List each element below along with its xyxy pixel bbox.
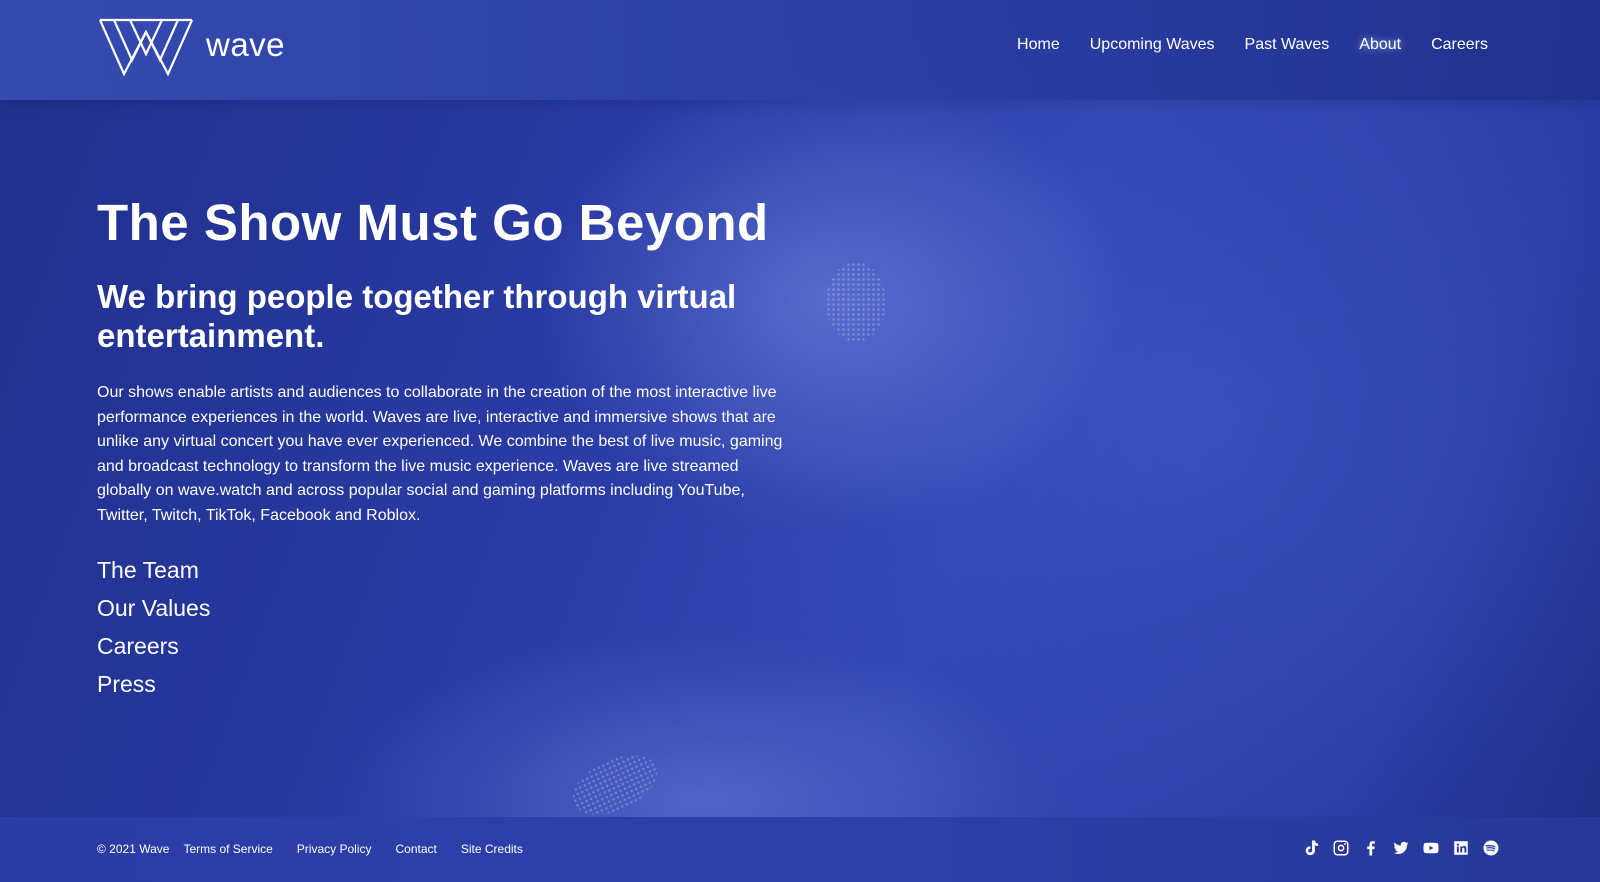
page-subtitle: We bring people together through virtual… (97, 278, 737, 355)
site-footer: © 2021 Wave Terms of Service Privacy Pol… (0, 817, 1600, 882)
footer-links: © 2021 Wave Terms of Service Privacy Pol… (97, 842, 523, 856)
link-press[interactable]: Press (97, 670, 156, 699)
footer-terms-link[interactable]: Terms of Service (183, 842, 272, 856)
spotify-icon[interactable] (1482, 839, 1500, 857)
link-the-team[interactable]: The Team (97, 556, 199, 585)
footer-privacy-link[interactable]: Privacy Policy (297, 842, 372, 856)
link-careers[interactable]: Careers (97, 632, 179, 661)
footer-site-credits-link[interactable]: Site Credits (461, 842, 523, 856)
linkedin-icon[interactable] (1452, 839, 1470, 857)
link-our-values[interactable]: Our Values (97, 594, 210, 623)
page-title: The Show Must Go Beyond (97, 194, 769, 251)
footer-contact-link[interactable]: Contact (395, 842, 436, 856)
twitter-icon[interactable] (1392, 839, 1410, 857)
wave-logo-icon (98, 18, 194, 76)
nav-careers[interactable]: Careers (1431, 36, 1488, 54)
nav-past-waves[interactable]: Past Waves (1245, 36, 1330, 54)
about-section: The Show Must Go Beyond We bring people … (97, 194, 817, 699)
copyright: © 2021 Wave (97, 842, 170, 856)
particle-cluster (826, 262, 886, 342)
logo[interactable]: wave (98, 18, 285, 76)
nav-home[interactable]: Home (1017, 36, 1060, 54)
site-header: wave Home Upcoming Waves Past Waves Abou… (0, 0, 1600, 100)
facebook-icon[interactable] (1362, 839, 1380, 857)
about-links: The Team Our Values Careers Press (97, 556, 817, 699)
youtube-icon[interactable] (1422, 839, 1440, 857)
brand-name: wave (206, 26, 286, 63)
nav-upcoming-waves[interactable]: Upcoming Waves (1090, 36, 1215, 54)
nav-about[interactable]: About (1359, 36, 1401, 54)
social-links (1302, 839, 1500, 857)
tiktok-icon[interactable] (1302, 839, 1320, 857)
about-paragraph: Our shows enable artists and audiences t… (97, 384, 783, 524)
instagram-icon[interactable] (1332, 839, 1350, 857)
main-nav: Home Upcoming Waves Past Waves About Car… (1017, 36, 1488, 54)
